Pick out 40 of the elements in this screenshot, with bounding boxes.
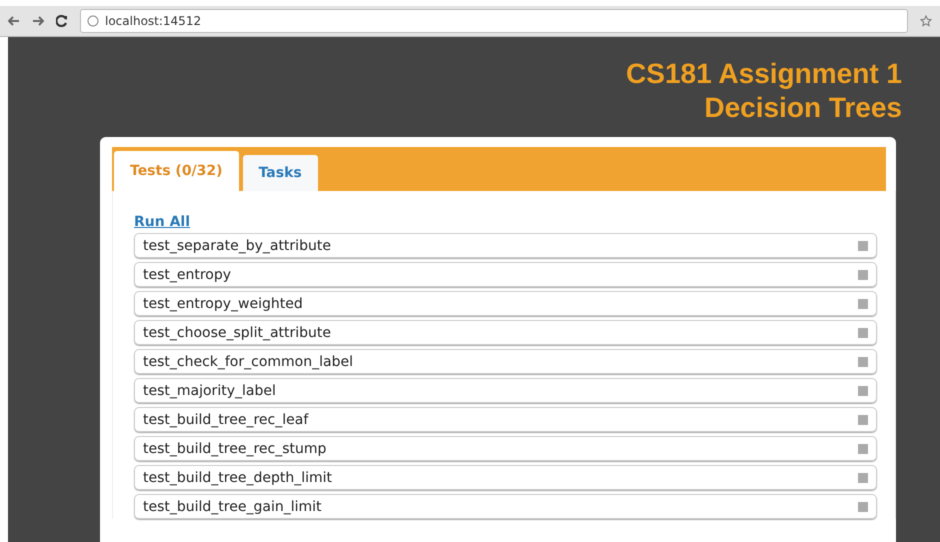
test-name: test_entropy_weighted: [143, 296, 303, 312]
test-row[interactable]: test_majority_label: [134, 378, 877, 403]
status-square-icon: [858, 328, 868, 338]
test-name: test_build_tree_rec_stump: [143, 440, 326, 456]
page-title: CS181 Assignment 1 Decision Trees: [626, 57, 902, 125]
test-row[interactable]: test_build_tree_gain_limit: [134, 494, 877, 519]
test-row[interactable]: test_build_tree_depth_limit: [134, 465, 877, 490]
status-square-icon: [858, 472, 868, 482]
reload-icon[interactable]: [56, 15, 68, 27]
url-text: localhost:14512: [105, 14, 202, 28]
run-all-link[interactable]: Run All: [134, 214, 190, 230]
status-square-icon: [858, 386, 868, 396]
tab[interactable]: Tasks: [242, 155, 318, 191]
status-square-icon: [858, 240, 868, 250]
globe-icon: [87, 15, 99, 27]
test-row[interactable]: test_entropy: [134, 262, 877, 287]
star-icon[interactable]: [920, 15, 932, 27]
forward-icon[interactable]: [32, 15, 44, 27]
back-icon[interactable]: [8, 15, 20, 27]
test-name: test_build_tree_depth_limit: [143, 470, 332, 486]
test-name: test_build_tree_gain_limit: [143, 498, 322, 514]
test-row[interactable]: test_build_tree_rec_stump: [134, 436, 877, 461]
test-name: test_check_for_common_label: [143, 354, 353, 370]
status-square-icon: [858, 270, 868, 280]
test-name: test_build_tree_rec_leaf: [143, 412, 308, 428]
test-row[interactable]: test_check_for_common_label: [134, 349, 877, 374]
test-row[interactable]: test_build_tree_rec_leaf: [134, 407, 877, 432]
test-name: test_choose_split_attribute: [143, 324, 332, 340]
status-square-icon: [858, 414, 868, 424]
test-name: test_entropy: [143, 266, 232, 282]
status-square-icon: [858, 444, 868, 454]
address-bar[interactable]: localhost:14512: [80, 9, 908, 33]
test-row[interactable]: test_entropy_weighted: [134, 291, 877, 316]
test-row[interactable]: test_separate_by_attribute: [134, 233, 877, 258]
status-square-icon: [858, 298, 868, 308]
test-row[interactable]: test_choose_split_attribute: [134, 320, 877, 345]
status-square-icon: [858, 356, 868, 366]
test-name: test_majority_label: [143, 382, 276, 398]
test-name: test_separate_by_attribute: [143, 238, 331, 254]
status-square-icon: [858, 502, 868, 512]
